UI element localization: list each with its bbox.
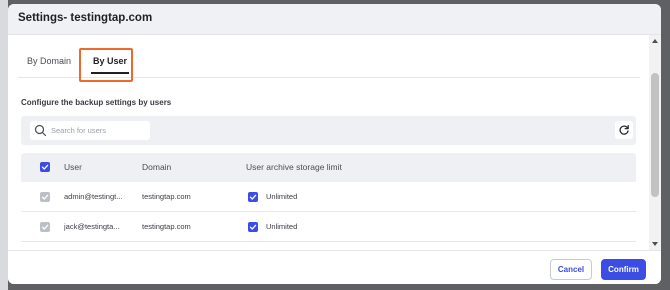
refresh-button[interactable] bbox=[615, 121, 633, 139]
tab-by-domain[interactable]: By Domain bbox=[27, 45, 71, 77]
check-icon bbox=[41, 164, 49, 170]
column-header-user: User bbox=[64, 162, 82, 172]
table-row: admin@testingt... testingtap.com Unlimit… bbox=[21, 182, 636, 212]
check-icon bbox=[249, 194, 257, 200]
select-all-checkbox[interactable] bbox=[40, 162, 50, 172]
cell-user: jack@testingta... bbox=[64, 222, 120, 231]
column-header-domain: Domain bbox=[142, 162, 172, 172]
users-table: User Domain User archive storage limit a… bbox=[21, 153, 636, 250]
content-scrollbar[interactable] bbox=[649, 35, 661, 250]
table-toolbar bbox=[21, 116, 636, 145]
column-header-storage-limit: User archive storage limit bbox=[246, 162, 342, 172]
row-select-checkbox[interactable] bbox=[40, 192, 50, 202]
page-backdrop bbox=[0, 0, 8, 290]
search-box bbox=[30, 121, 150, 140]
cancel-button[interactable]: Cancel bbox=[550, 259, 592, 280]
dialog-header: Settings- testingtap.com bbox=[8, 4, 661, 35]
cell-user: admin@testingt... bbox=[64, 192, 123, 201]
search-input[interactable] bbox=[51, 124, 147, 137]
table-row bbox=[21, 242, 636, 250]
refresh-icon bbox=[619, 124, 629, 135]
tab-highlight-box bbox=[79, 48, 133, 82]
table-row: jack@testingta... testingtap.com Unlimit… bbox=[21, 212, 636, 242]
dialog-footer: Cancel Confirm bbox=[8, 250, 661, 284]
cell-domain: testingtap.com bbox=[142, 222, 191, 231]
dialog-content: By Domain By User Configure the backup s… bbox=[8, 35, 649, 250]
check-icon bbox=[41, 194, 49, 200]
cell-domain bbox=[142, 242, 222, 250]
scroll-up-icon[interactable] bbox=[652, 39, 658, 43]
unlimited-checkbox[interactable] bbox=[248, 222, 258, 232]
unlimited-checkbox[interactable] bbox=[248, 192, 258, 202]
confirm-button[interactable]: Confirm bbox=[601, 259, 646, 280]
section-label: Configure the backup settings by users bbox=[21, 98, 172, 107]
dialog-title: Settings- testingtap.com bbox=[18, 12, 153, 24]
settings-dialog: Settings- testingtap.com By Domain By Us… bbox=[8, 4, 661, 284]
scroll-down-icon[interactable] bbox=[652, 242, 658, 246]
cell-storage-limit: Unlimited bbox=[266, 222, 298, 231]
table-header: User Domain User archive storage limit bbox=[21, 153, 636, 182]
search-icon bbox=[34, 124, 47, 137]
cell-storage-limit bbox=[266, 242, 346, 250]
check-icon bbox=[41, 224, 49, 230]
cell-storage-limit: Unlimited bbox=[266, 192, 298, 201]
row-select-checkbox[interactable] bbox=[40, 222, 50, 232]
cell-user bbox=[64, 242, 128, 250]
cell-domain: testingtap.com bbox=[142, 192, 191, 201]
check-icon bbox=[249, 224, 257, 230]
scroll-thumb[interactable] bbox=[651, 73, 659, 197]
